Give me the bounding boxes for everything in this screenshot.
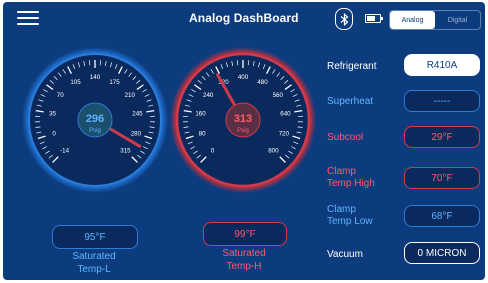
high-gauge-tick-label: 80 xyxy=(199,130,206,137)
saturated-low-label-line1: Saturated xyxy=(72,251,116,262)
low-gauge-tick-label: 210 xyxy=(125,92,136,99)
low-gauge-tick-label: -14 xyxy=(60,148,70,155)
low-gauge-tick-label: 175 xyxy=(109,79,120,86)
clamp-high-label-line1: Clamp xyxy=(327,166,356,177)
high-gauge-tick-label: 560 xyxy=(273,92,284,99)
low-gauge-tick-label: 70 xyxy=(57,92,64,99)
low-gauge-tick-label: 280 xyxy=(131,130,142,137)
clamp-temp-low-value: 68°F xyxy=(404,205,480,227)
high-gauge-tick-label: 800 xyxy=(268,148,279,155)
clamp-temp-high-label: Clamp Temp High xyxy=(327,166,375,190)
high-pressure-gauge: 080160240320400480560640720800 313 Psig xyxy=(170,47,316,193)
saturated-temp-high-label: Saturated Temp-H xyxy=(196,247,292,273)
low-gauge-tick-label: 35 xyxy=(49,110,56,117)
high-gauge-tick-label: 480 xyxy=(257,79,268,86)
mode-digital-button[interactable]: Digital xyxy=(435,11,480,29)
saturated-temp-low-value: 95°F xyxy=(52,225,138,249)
battery-icon xyxy=(365,14,383,23)
refrigerant-label: Refrigerant xyxy=(327,61,377,72)
high-gauge-unit: Psig xyxy=(237,128,249,134)
clamp-temp-low-label: Clamp Temp Low xyxy=(327,204,373,228)
saturated-low-label-line2: Temp-L xyxy=(77,264,111,275)
saturated-temp-high-value: 99°F xyxy=(203,222,287,246)
saturated-temp-low-label: Saturated Temp-L xyxy=(45,250,143,276)
low-gauge-tick-label: 245 xyxy=(132,110,143,117)
clamp-low-label-line2: Temp Low xyxy=(327,216,373,227)
refrigerant-select[interactable]: R410A xyxy=(404,54,480,76)
low-gauge-tick-label: 140 xyxy=(90,74,101,81)
mode-analog-button[interactable]: Analog xyxy=(390,11,435,29)
bluetooth-icon[interactable] xyxy=(335,8,353,30)
low-gauge-tick-label: 315 xyxy=(120,148,131,155)
high-gauge-tick-label: 0 xyxy=(211,148,215,155)
high-gauge-tick-label: 720 xyxy=(279,130,290,137)
dashboard-frame: Analog DashBoard Analog Digital -14 0 35 70… xyxy=(3,2,485,280)
header-bar: Analog DashBoard Analog Digital xyxy=(3,2,485,34)
low-gauge-value: 296 xyxy=(86,113,104,125)
high-gauge-value: 313 xyxy=(234,113,252,125)
low-pressure-gauge: -14 0 35 70 105 140 175 210 245 280 315 296 Psig xyxy=(22,47,168,193)
saturated-high-label-line2: Temp-H xyxy=(226,261,262,272)
superheat-value: ----- xyxy=(404,90,480,112)
superheat-label: Superheat xyxy=(327,96,374,107)
high-gauge-tick-label: 640 xyxy=(280,110,291,117)
subcool-value: 29°F xyxy=(404,126,480,148)
low-gauge-unit: Psig xyxy=(89,128,101,134)
low-gauge-tick-label: 105 xyxy=(70,79,81,86)
low-gauge-tick-label: 0 xyxy=(52,130,56,137)
vacuum-value: 0 MICRON xyxy=(404,242,480,264)
subcool-label: Subcool xyxy=(327,132,364,143)
high-gauge-tick-label: 160 xyxy=(195,110,206,117)
clamp-temp-high-value: 70°F xyxy=(404,167,480,189)
mode-toggle[interactable]: Analog Digital xyxy=(389,10,481,30)
saturated-high-label-line1: Saturated xyxy=(222,248,266,259)
clamp-low-label-line1: Clamp xyxy=(327,204,356,215)
page-title: Analog DashBoard xyxy=(189,11,299,25)
high-gauge-tick-label: 400 xyxy=(238,74,249,81)
clamp-high-label-line2: Temp High xyxy=(327,178,375,189)
vacuum-label: Vacuum xyxy=(327,249,363,260)
high-gauge-tick-label: 240 xyxy=(203,92,214,99)
menu-icon[interactable] xyxy=(17,11,39,25)
